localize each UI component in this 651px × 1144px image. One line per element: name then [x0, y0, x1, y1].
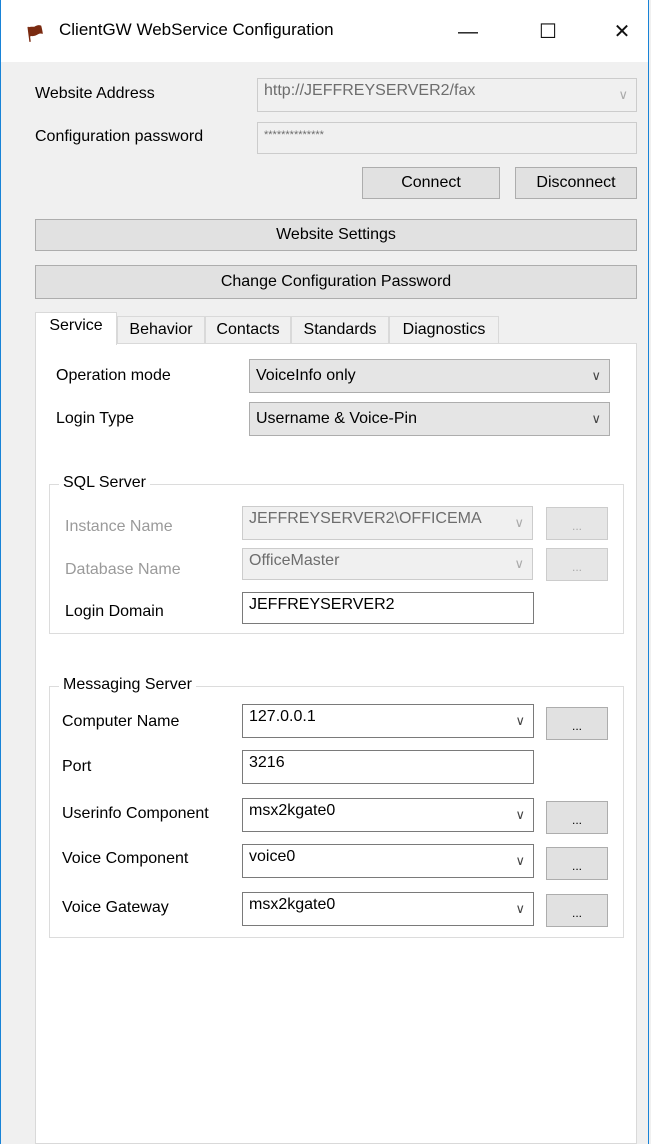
instance-name-label: Instance Name: [65, 518, 173, 535]
chevron-down-icon: ∨: [591, 411, 601, 426]
close-icon: ✕: [613, 21, 631, 43]
instance-name-value: JEFFREYSERVER2\OFFICEMA: [249, 510, 482, 527]
tab-contacts[interactable]: Contacts: [205, 316, 291, 344]
operation-mode-label: Operation mode: [56, 367, 171, 384]
chevron-down-icon: ∨: [515, 807, 525, 822]
instance-name-combo[interactable]: JEFFREYSERVER2\OFFICEMA ∨: [242, 506, 533, 540]
voice-gateway-combo[interactable]: msx2kgate0 ∨: [242, 892, 534, 926]
disconnect-button[interactable]: Disconnect: [515, 167, 637, 199]
userinfo-component-combo[interactable]: msx2kgate0 ∨: [242, 798, 534, 832]
login-type-value: Username & Voice-Pin: [256, 410, 417, 427]
chevron-down-icon: ∨: [618, 87, 628, 102]
connect-button[interactable]: Connect: [362, 167, 500, 199]
voice-gateway-label: Voice Gateway: [62, 899, 169, 916]
login-domain-value: JEFFREYSERVER2: [249, 596, 395, 613]
website-address-label: Website Address: [35, 85, 155, 102]
database-name-label: Database Name: [65, 561, 181, 578]
website-address-combo[interactable]: http://JEFFREYSERVER2/fax ∨: [257, 78, 637, 112]
website-settings-button[interactable]: Website Settings: [35, 219, 637, 251]
config-password-field[interactable]: **************: [257, 122, 637, 154]
chevron-down-icon: ∨: [515, 901, 525, 916]
computer-name-combo[interactable]: 127.0.0.1 ∨: [242, 704, 534, 738]
chevron-down-icon: ∨: [514, 515, 524, 530]
chevron-down-icon: ∨: [514, 556, 524, 571]
computer-name-label: Computer Name: [62, 713, 180, 730]
tab-service[interactable]: Service: [35, 312, 117, 345]
computer-name-browse-button[interactable]: ...: [546, 707, 608, 740]
instance-browse-button[interactable]: ...: [546, 507, 608, 540]
login-type-select[interactable]: Username & Voice-Pin ∨: [249, 402, 610, 436]
chevron-down-icon: ∨: [515, 713, 525, 728]
messaging-server-group-title: Messaging Server: [59, 676, 196, 694]
config-window: 🏴︎ ClientGW WebService Configuration — ☐…: [0, 0, 649, 1144]
tab-behavior[interactable]: Behavior: [117, 316, 205, 344]
close-button[interactable]: ✕: [599, 12, 645, 52]
database-name-value: OfficeMaster: [249, 552, 340, 569]
voice-component-combo[interactable]: voice0 ∨: [242, 844, 534, 878]
login-type-label: Login Type: [56, 410, 134, 427]
tab-standards[interactable]: Standards: [291, 316, 389, 344]
voice-component-label: Voice Component: [62, 850, 189, 867]
voice-gateway-browse-button[interactable]: ...: [546, 894, 608, 927]
userinfo-component-label: Userinfo Component: [62, 805, 209, 822]
operation-mode-value: VoiceInfo only: [256, 367, 356, 384]
app-logo-icon: 🏴︎: [25, 26, 46, 43]
operation-mode-select[interactable]: VoiceInfo only ∨: [249, 359, 610, 393]
maximize-icon: ☐: [539, 21, 557, 43]
chevron-down-icon: ∨: [591, 368, 601, 383]
port-label: Port: [62, 758, 92, 775]
change-password-button[interactable]: Change Configuration Password: [35, 265, 637, 299]
maximize-button[interactable]: ☐: [525, 12, 571, 52]
port-value: 3216: [249, 754, 285, 771]
voice-gateway-value: msx2kgate0: [249, 896, 336, 913]
login-domain-label: Login Domain: [65, 603, 164, 620]
minimize-icon: —: [458, 21, 478, 43]
config-password-label: Configuration password: [35, 128, 204, 145]
login-domain-input[interactable]: JEFFREYSERVER2: [242, 592, 534, 624]
title-bar[interactable]: 🏴︎ ClientGW WebService Configuration — ☐…: [1, 0, 648, 62]
database-name-combo[interactable]: OfficeMaster ∨: [242, 548, 533, 580]
database-browse-button[interactable]: ...: [546, 548, 608, 581]
voice-component-value: voice0: [249, 848, 296, 865]
port-input[interactable]: 3216: [242, 750, 534, 784]
voice-component-browse-button[interactable]: ...: [546, 847, 608, 880]
website-address-value: http://JEFFREYSERVER2/fax: [264, 82, 476, 99]
userinfo-component-value: msx2kgate0: [249, 802, 336, 819]
userinfo-browse-button[interactable]: ...: [546, 801, 608, 834]
config-password-value: **************: [264, 129, 324, 141]
window-title: ClientGW WebService Configuration: [59, 20, 334, 39]
tab-diagnostics[interactable]: Diagnostics: [389, 316, 499, 344]
minimize-button[interactable]: —: [445, 12, 491, 52]
computer-name-value: 127.0.0.1: [249, 708, 316, 725]
chevron-down-icon: ∨: [515, 853, 525, 868]
sql-server-group-title: SQL Server: [59, 474, 150, 492]
